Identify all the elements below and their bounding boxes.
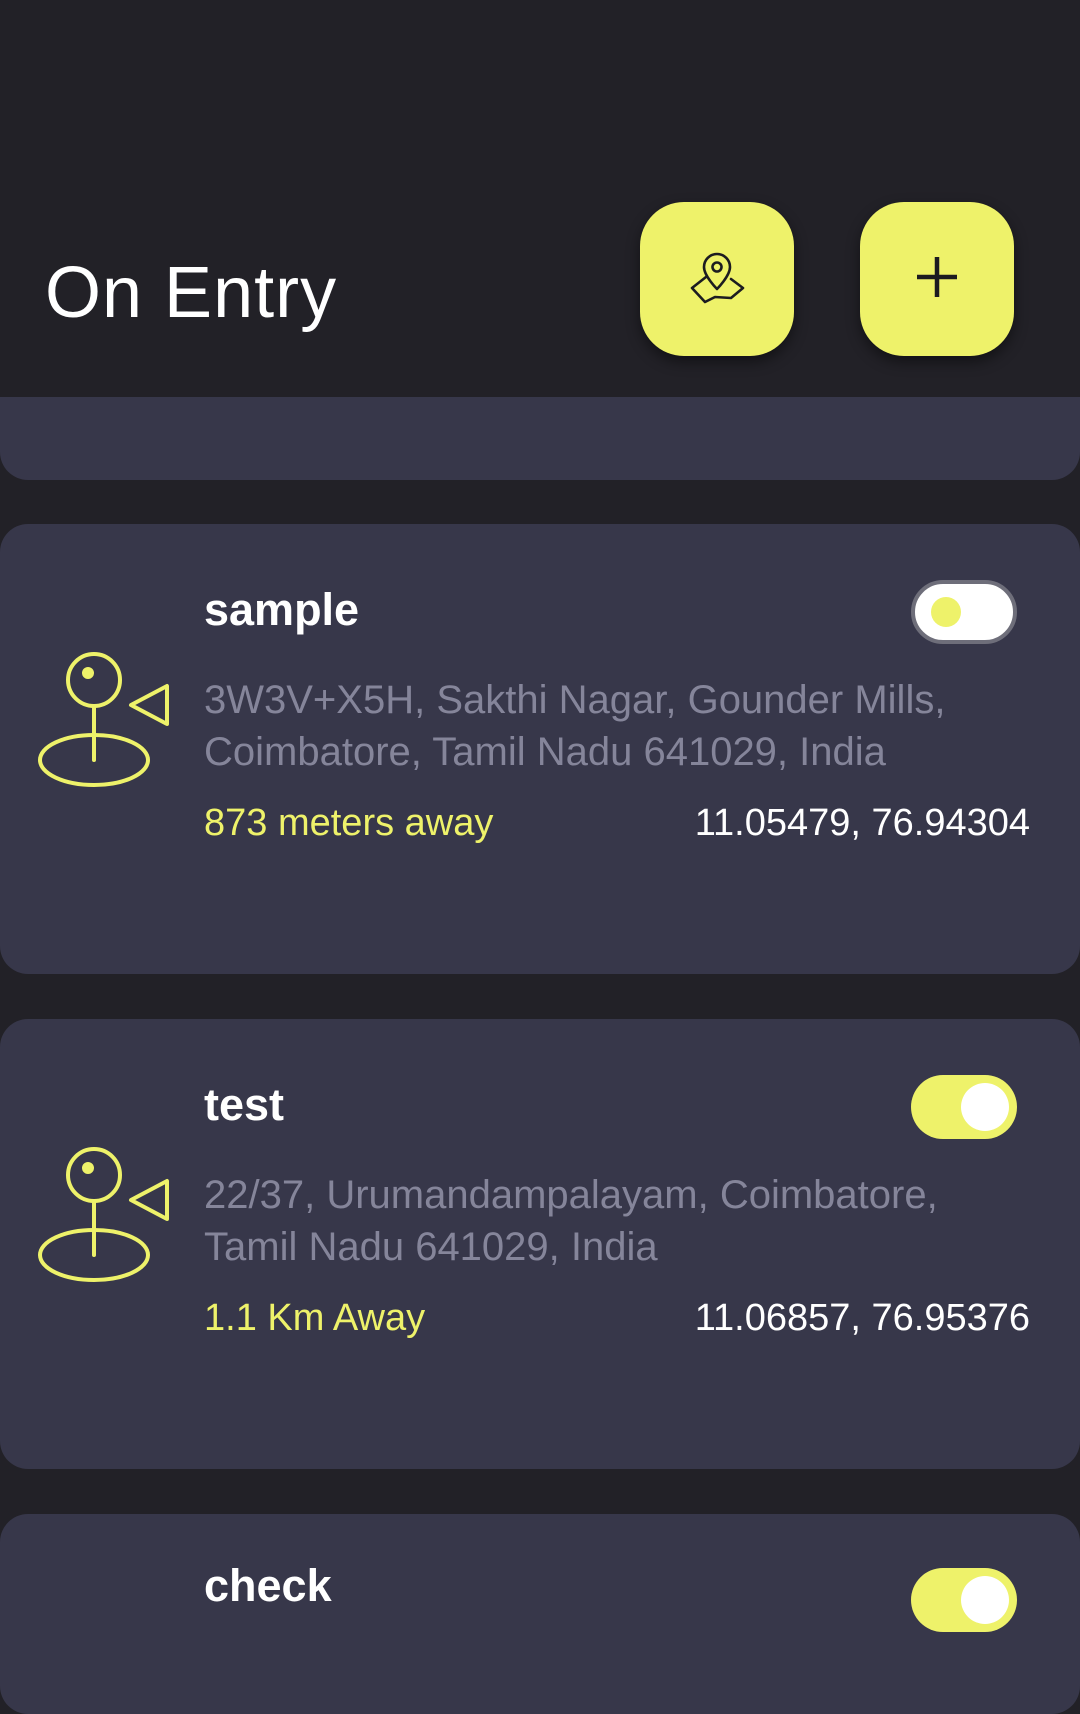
location-coordinates: 11.05479, 76.94304	[694, 802, 1030, 844]
toggle-knob	[961, 1576, 1009, 1624]
add-location-button[interactable]	[860, 202, 1014, 356]
location-flag-icon	[36, 1145, 176, 1285]
location-distance: 1.1 Km Away	[204, 1297, 426, 1339]
location-card[interactable]: check	[0, 1514, 1080, 1714]
location-name: sample	[204, 584, 360, 635]
location-toggle[interactable]	[911, 580, 1017, 644]
location-coordinates: 11.06857, 76.95376	[694, 1297, 1030, 1339]
location-flag-icon	[36, 650, 176, 790]
location-card[interactable]: sample 3W3V+X5H, Sakthi Nagar, Gounder M…	[0, 524, 1080, 974]
map-view-button[interactable]	[640, 202, 794, 356]
location-distance: 873 meters away	[204, 802, 494, 844]
location-toggle[interactable]	[911, 1075, 1017, 1139]
toggle-knob	[931, 597, 961, 627]
location-name: test	[204, 1079, 285, 1130]
plus-icon	[915, 255, 959, 304]
map-pin-icon	[687, 247, 747, 312]
location-address: 22/37, Urumandampalayam, Coimbatore, Tam…	[204, 1173, 938, 1269]
location-toggle[interactable]	[911, 1568, 1017, 1632]
location-name: check	[204, 1560, 332, 1611]
app-header: On Entry	[0, 0, 1080, 397]
location-card[interactable]: test 22/37, Urumandampalayam, Coimbatore…	[0, 1019, 1080, 1469]
toggle-knob	[961, 1083, 1009, 1131]
page-title: On Entry	[45, 253, 338, 333]
location-address: 3W3V+X5H, Sakthi Nagar, Gounder Mills, C…	[204, 678, 946, 774]
